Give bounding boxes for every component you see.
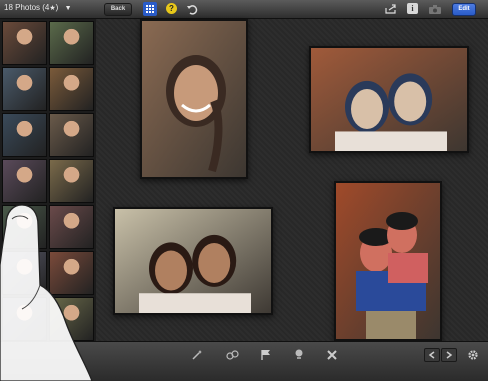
filmstrip-thumbnail[interactable] (49, 159, 94, 203)
share-icon[interactable] (384, 3, 398, 15)
filmstrip-thumbnail[interactable] (49, 113, 94, 157)
top-toolbar: 18 Photos (4★) ▼ Back ? i Edit (0, 0, 488, 19)
photo-couple-wall[interactable] (309, 46, 469, 153)
filmstrip-thumbnail[interactable] (2, 113, 47, 157)
filmstrip-thumbnail[interactable] (49, 21, 94, 65)
filmstrip-thumbnail[interactable] (2, 159, 47, 203)
undo-icon[interactable] (186, 3, 198, 15)
gear-icon[interactable] (466, 348, 480, 362)
effects-icon[interactable] (225, 348, 241, 362)
pin-icon[interactable] (292, 348, 306, 362)
filmstrip-thumbnail[interactable] (2, 21, 47, 65)
album-title[interactable]: 18 Photos (4★) ▼ (4, 3, 72, 12)
edit-button[interactable]: Edit (452, 3, 476, 16)
photo-couple-piggyback[interactable] (334, 181, 442, 341)
info-icon[interactable]: i (407, 3, 418, 14)
filmstrip-thumbnail[interactable] (2, 67, 47, 111)
filmstrip-thumbnail[interactable] (49, 67, 94, 111)
grid-view-icon[interactable] (143, 2, 157, 16)
photo-woman-braid[interactable] (140, 19, 248, 179)
dropdown-arrow-icon: ▼ (64, 5, 72, 12)
next-arrow-icon[interactable] (441, 348, 457, 362)
collage-canvas (96, 19, 488, 341)
app-window: 18 Photos (4★) ▼ Back ? i Edit (0, 0, 488, 381)
help-icon[interactable]: ? (166, 3, 177, 14)
prev-arrow-icon[interactable] (424, 348, 440, 362)
hand-gesture-overlay (0, 205, 100, 381)
back-button[interactable]: Back (104, 3, 132, 16)
camera-icon[interactable] (428, 3, 442, 15)
cancel-icon[interactable] (325, 348, 339, 362)
magic-wand-icon[interactable] (190, 348, 204, 362)
flag-icon[interactable] (259, 348, 273, 362)
photo-two-women[interactable] (113, 207, 273, 315)
